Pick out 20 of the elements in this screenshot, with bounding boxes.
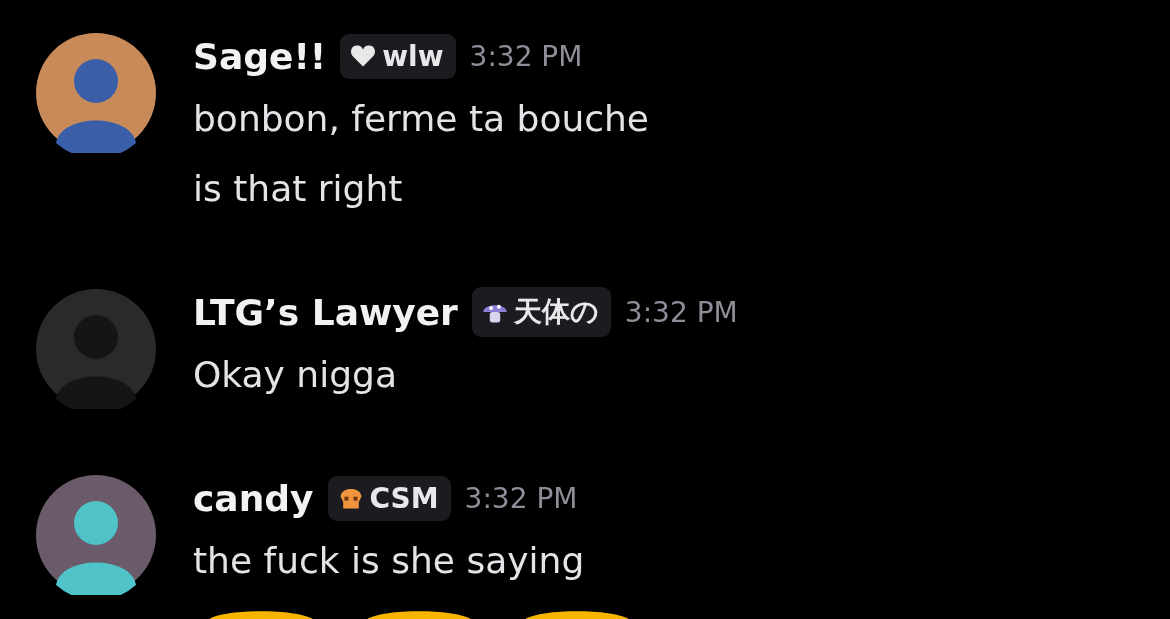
emoji-icon	[207, 610, 315, 619]
heart-icon	[350, 43, 377, 69]
tag-label: 天体の	[513, 294, 599, 330]
emoji-icon	[365, 610, 473, 619]
timestamp: 3:32 PM	[464, 481, 578, 515]
timestamp: 3:32 PM	[469, 39, 583, 73]
tag-label: CSM	[369, 481, 439, 515]
emoji-icon	[523, 610, 631, 619]
username[interactable]: Sage!!	[193, 35, 327, 77]
message-text: is that right	[193, 167, 404, 211]
username[interactable]: candy	[193, 477, 314, 519]
message-text: the fuck is she saying	[193, 539, 586, 583]
message-text: Okay nigga	[193, 353, 398, 397]
avatar-icon	[36, 475, 156, 595]
tag-label: wlw	[382, 39, 444, 73]
username[interactable]: LTG’s Lawyer	[193, 291, 458, 333]
avatar-icon	[36, 289, 156, 409]
message-text: bonbon, ferme ta bouche	[193, 97, 649, 141]
timestamp: 3:32 PM	[624, 295, 738, 329]
avatar-icon	[36, 33, 156, 153]
